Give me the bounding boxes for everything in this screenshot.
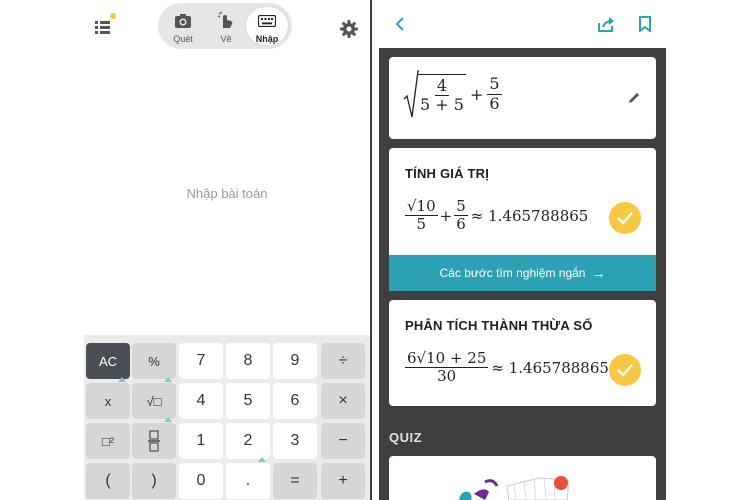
problem-input-placeholder[interactable]: Nhập bài toán: [84, 186, 370, 201]
radical-sign: [403, 70, 419, 118]
expression-card[interactable]: 4 5 + 5 + 5 6: [389, 57, 656, 139]
key-7[interactable]: 7: [179, 343, 223, 379]
quiz-illustration: [459, 476, 570, 500]
evaluate-result-card: TÍNH GIÁ TRỊ √10 5 + 5 6 ≈ 1.465788865 C…: [389, 148, 656, 291]
key-clear-all[interactable]: AC: [86, 343, 130, 379]
edit-pencil-icon[interactable]: [627, 91, 641, 105]
mode-scan-button[interactable]: Quét: [161, 3, 205, 49]
key-variable-x-label: x: [104, 393, 112, 409]
plus-sign: +: [469, 84, 484, 104]
fraction-template-icon: [148, 430, 160, 452]
camera-icon: [175, 14, 191, 28]
keyboard-icon: [258, 15, 276, 27]
back-arrow-icon[interactable]: [393, 16, 407, 32]
key-minus[interactable]: −: [321, 423, 365, 459]
factor-denominator: 30: [437, 367, 457, 386]
short-steps-label: Các bước tìm nghiệm ngắn: [439, 266, 586, 280]
short-steps-button[interactable]: Các bước tìm nghiệm ngắn →: [389, 255, 656, 291]
hand-draw-icon: [217, 11, 233, 28]
result-fraction-2-numerator: 5: [454, 197, 468, 217]
more-options-corner: [118, 377, 126, 382]
key-2[interactable]: 2: [226, 423, 270, 459]
gear-icon[interactable]: [340, 20, 358, 38]
input-mode-switcher: Quét Vẽ Nhập: [158, 3, 292, 49]
key-6[interactable]: 6: [273, 383, 317, 419]
key-3[interactable]: 3: [273, 423, 317, 459]
result-fraction-2-denominator: 6: [456, 215, 466, 234]
evaluate-result: √10 5 + 5 6 ≈ 1.465788865: [405, 197, 589, 234]
sqrt-denominator: 5 + 5: [420, 95, 464, 114]
share-icon[interactable]: [598, 16, 615, 32]
factor-fraction: 6√10 + 25 30: [405, 349, 489, 386]
history-list-icon[interactable]: [93, 17, 113, 37]
result-fraction-1: √10 5: [405, 197, 438, 234]
solution-screen: 4 5 + 5 + 5 6 TÍNH GIÁ TRỊ √10 5 + 5 6 ≈…: [379, 0, 666, 500]
screens-divider: [370, 0, 372, 500]
check-badge: [609, 202, 641, 234]
expression-display: 4 5 + 5 + 5 6: [403, 69, 502, 119]
key-8[interactable]: 8: [226, 343, 270, 379]
key-fraction[interactable]: [132, 417, 176, 459]
sqrt-numerator: 4: [434, 75, 450, 96]
result-fraction-1-denominator: 5: [416, 215, 427, 234]
key-power[interactable]: □²: [86, 423, 130, 459]
key-5[interactable]: 5: [226, 383, 270, 419]
key-square-root-label: √□: [146, 393, 162, 409]
factor-title: PHÂN TÍCH THÀNH THỪA SỐ: [405, 318, 593, 333]
evaluate-title: TÍNH GIÁ TRỊ: [405, 166, 490, 181]
key-0[interactable]: 0: [179, 463, 223, 499]
mode-type-label: Nhập: [255, 34, 279, 44]
more-options-corner: [164, 417, 172, 422]
result-fraction-2: 5 6: [454, 197, 468, 234]
math-keypad: AC % 7 8 9 ÷ x √□ 4 5 6 × □² 1 2 3 − ( )…: [84, 335, 370, 500]
key-decimal[interactable]: .: [226, 457, 270, 499]
key-9[interactable]: 9: [273, 343, 317, 379]
mode-draw-button[interactable]: Vẽ: [204, 3, 248, 49]
calculator-input-screen: Quét Vẽ Nhập Nhập bài toán AC % 7 8 9 ÷ …: [84, 0, 370, 500]
arrow-right-icon: →: [591, 265, 606, 281]
quiz-section-label: QUIZ: [389, 430, 423, 445]
factor-result-card: PHÂN TÍCH THÀNH THỪA SỐ 6√10 + 25 30 ≈ 1…: [389, 300, 656, 406]
checkmark-icon: [617, 212, 633, 225]
key-percent[interactable]: %: [132, 343, 176, 379]
notification-dot: [110, 13, 116, 19]
key-equals[interactable]: =: [273, 463, 317, 499]
mode-scan-label: Quét: [173, 34, 193, 44]
key-multiply[interactable]: ×: [321, 383, 365, 419]
mode-type-button[interactable]: Nhập: [246, 7, 288, 45]
checkmark-icon: [617, 364, 633, 377]
key-1[interactable]: 1: [179, 423, 223, 459]
plus-sign: +: [439, 206, 453, 225]
key-divide[interactable]: ÷: [321, 343, 365, 379]
factor-numerator: 6√10 + 25: [405, 349, 489, 369]
key-4[interactable]: 4: [179, 383, 223, 419]
fraction-numerator: 5: [487, 74, 502, 95]
bookmark-icon[interactable]: [639, 16, 651, 32]
solution-top-bar: [379, 0, 666, 48]
mode-draw-label: Vẽ: [220, 34, 232, 44]
key-left-paren[interactable]: (: [86, 463, 130, 499]
key-variable-x[interactable]: x: [86, 377, 130, 419]
key-right-paren[interactable]: ): [132, 463, 176, 499]
factor-result: 6√10 + 25 30 ≈ 1.465788865: [405, 349, 609, 386]
second-fraction: 5 6: [487, 74, 502, 113]
key-square-root[interactable]: √□: [132, 377, 176, 419]
approx-value: ≈ 1.465788865: [491, 358, 609, 377]
key-decimal-label: .: [245, 472, 251, 489]
approx-value: ≈ 1.465788865: [470, 206, 589, 225]
sqrt-fraction: 4 5 + 5: [418, 73, 466, 115]
more-options-corner: [258, 457, 266, 462]
check-badge: [609, 354, 641, 386]
quiz-card[interactable]: [389, 456, 656, 500]
result-fraction-1-numerator: √10: [405, 197, 438, 217]
fraction-denominator: 6: [489, 93, 500, 113]
more-options-corner: [164, 377, 172, 382]
key-plus[interactable]: +: [321, 463, 365, 499]
